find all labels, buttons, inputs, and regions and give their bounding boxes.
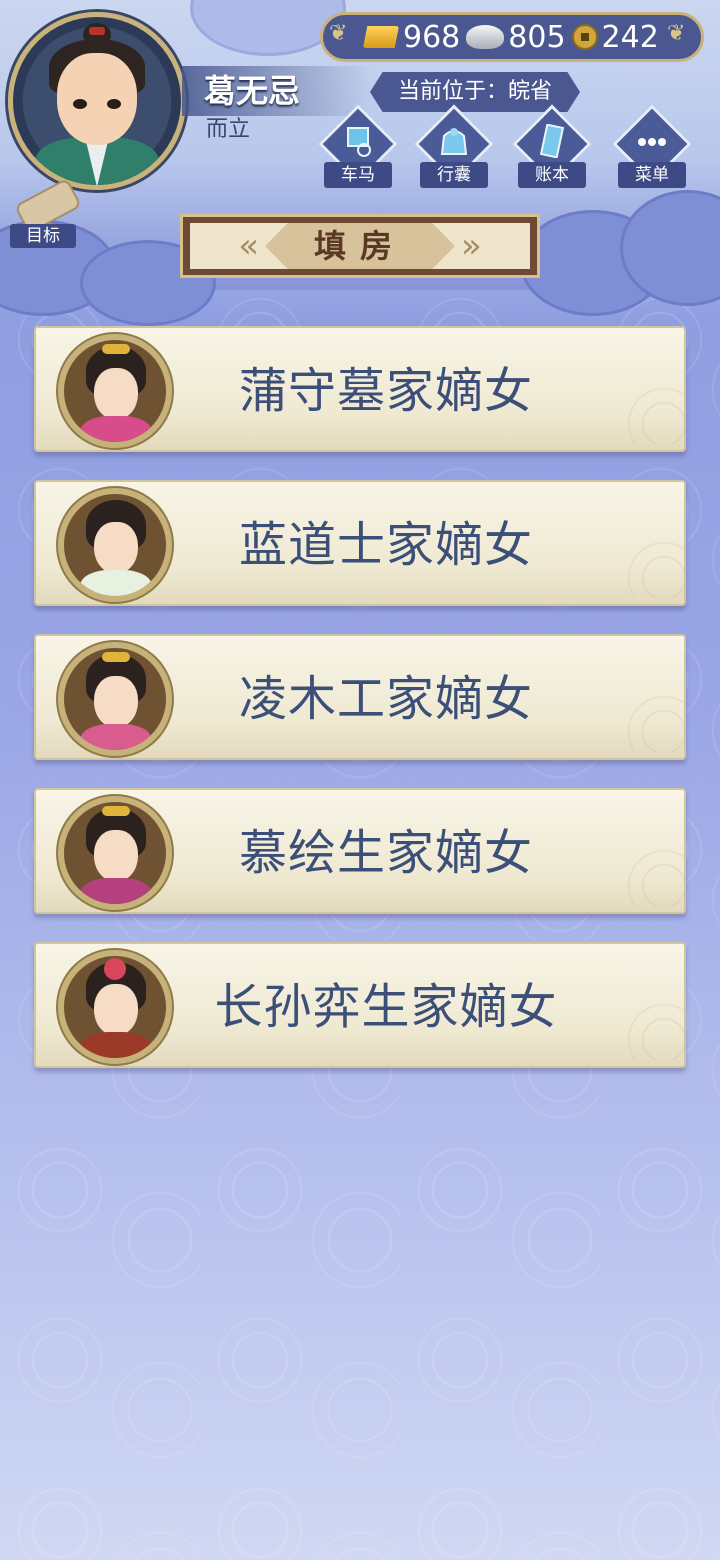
portrait-face <box>94 676 138 728</box>
bride-name: 慕绘生家嫡女 <box>238 825 533 881</box>
bride-portrait <box>58 334 172 448</box>
bamboo-ornament-icon: ❦ <box>667 21 686 46</box>
gold-ingot-icon <box>363 26 399 48</box>
section-title-banner: « 填房 » <box>180 214 540 278</box>
carriage-label: 车马 <box>324 162 392 188</box>
hair-ornament <box>102 806 130 816</box>
bag-icon <box>440 128 468 155</box>
bag-button[interactable]: 行囊 <box>414 104 494 188</box>
bride-portrait <box>58 796 172 910</box>
bag-label: 行囊 <box>420 162 488 188</box>
hair-ornament <box>102 652 130 662</box>
portrait-robe <box>80 570 152 596</box>
portrait-robe <box>80 878 152 904</box>
bride-portrait <box>58 950 172 1064</box>
portrait-robe <box>80 724 152 750</box>
player-age-title: 而立 <box>206 117 251 142</box>
portrait-face <box>94 522 138 574</box>
portrait-robe <box>80 1032 152 1058</box>
portrait-face <box>94 368 138 420</box>
bride-name: 蓝道士家嫡女 <box>238 517 533 573</box>
silver-amount: 805 <box>508 19 566 55</box>
bride-portrait <box>58 642 172 756</box>
avatar-eye <box>73 99 87 109</box>
copper-coin-icon <box>571 24 598 50</box>
bride-card[interactable]: 凌木工家嫡女 <box>34 634 686 760</box>
portrait-face <box>94 830 138 882</box>
copper-amount: 242 <box>601 19 659 55</box>
section-title: 填房 <box>265 223 455 269</box>
bride-card[interactable]: 蓝道士家嫡女 <box>34 480 686 606</box>
player-avatar[interactable] <box>8 12 186 190</box>
avatar-face <box>57 53 137 145</box>
avatar-eye <box>107 99 121 109</box>
goal-button[interactable]: 目标 <box>10 177 82 250</box>
bride-name: 凌木工家嫡女 <box>238 671 533 727</box>
more-icon <box>638 138 666 146</box>
bride-card[interactable]: 长孙弈生家嫡女 <box>34 942 686 1068</box>
bride-portrait <box>58 488 172 602</box>
left-chevron-icon: « <box>238 226 259 266</box>
currency-bar: ❦ 968 805 242 ❦ <box>320 12 704 62</box>
bride-card[interactable]: 蒲守墓家嫡女 <box>34 326 686 452</box>
gold-currency: 968 <box>363 20 460 55</box>
bride-card[interactable]: 慕绘生家嫡女 <box>34 788 686 914</box>
ledger-icon <box>539 124 565 158</box>
gold-amount: 968 <box>403 19 461 55</box>
copper-currency: 242 <box>571 19 659 55</box>
player-name: 葛无忌 <box>182 66 372 116</box>
ledger-label: 账本 <box>518 162 586 188</box>
silver-currency: 805 <box>466 19 566 55</box>
portrait-robe <box>80 416 152 442</box>
menu-label: 菜单 <box>618 162 686 188</box>
bride-name: 蒲守墓家嫡女 <box>238 363 533 419</box>
right-chevron-icon: » <box>461 226 482 266</box>
goal-label: 目标 <box>10 224 76 248</box>
section-title-inner: « 填房 » <box>190 223 530 269</box>
hair-ornament <box>102 344 130 354</box>
silver-ingot-icon <box>466 25 505 49</box>
carriage-button[interactable]: 车马 <box>318 104 398 188</box>
bamboo-ornament-icon: ❦ <box>329 21 348 46</box>
portrait-face <box>94 984 138 1036</box>
flower-ornament <box>104 958 126 980</box>
carriage-icon <box>347 127 371 157</box>
bride-name: 长孙弈生家嫡女 <box>214 979 558 1035</box>
bride-list: 蒲守墓家嫡女 蓝道士家嫡女 凌木工家嫡女 慕绘生家嫡女 长孙弈生家嫡女 <box>34 326 686 1096</box>
avatar-crown <box>89 27 105 35</box>
ledger-button[interactable]: 账本 <box>512 104 592 188</box>
menu-button[interactable]: 菜单 <box>612 104 692 188</box>
